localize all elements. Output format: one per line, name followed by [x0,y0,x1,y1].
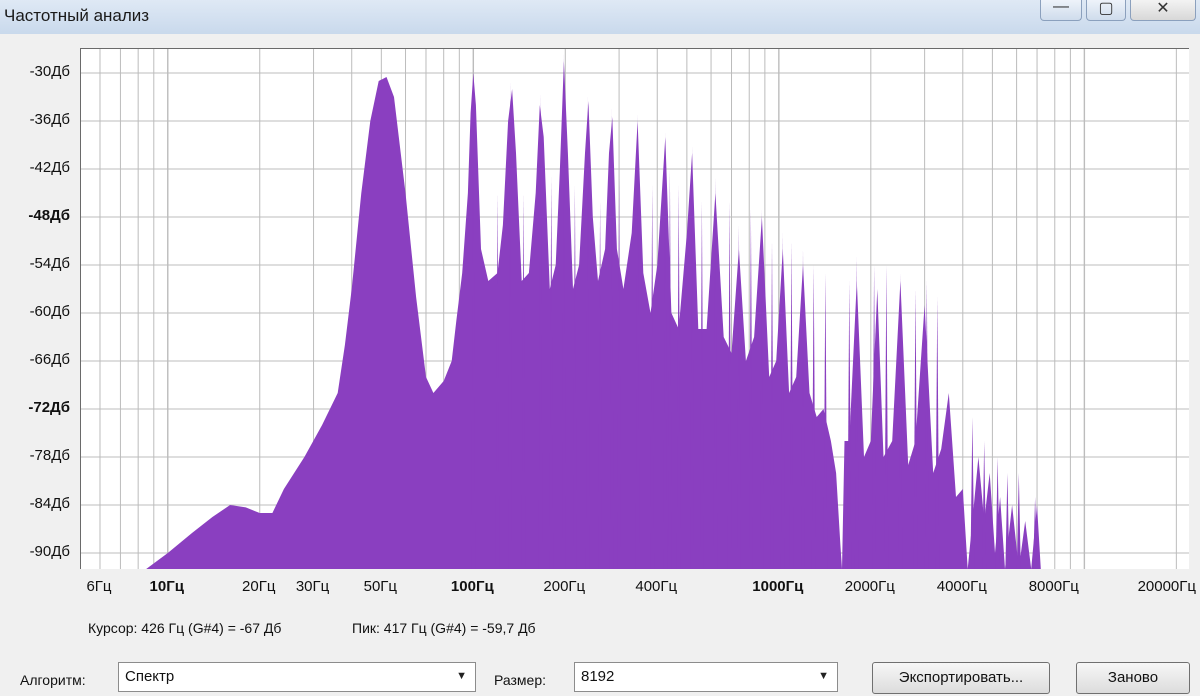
spectrum-spike [1016,473,1021,569]
window-title: Частотный анализ [4,6,150,25]
spectrum-chart [81,49,1189,569]
chevron-down-icon: ▼ [818,670,829,682]
close-icon: ✕ [1156,0,1170,17]
minimize-icon: — [1053,0,1069,15]
x-tick-label: 100Гц [450,578,494,595]
chevron-down-icon: ▼ [456,670,467,682]
spectrum-spike [1005,473,1010,569]
y-tick-label: -30Дб [29,63,70,80]
y-tick-label: -54Дб [29,255,70,272]
spectrum-spike [884,265,889,569]
x-tick-label: 1000Гц [752,578,804,595]
export-button[interactable]: Экспортировать... [872,662,1050,694]
size-value: 8192 [581,668,615,685]
x-tick-label: 10Гц [149,578,184,595]
x-tick-label: 200Гц [543,578,586,595]
x-tick-label: 8000Гц [1028,578,1079,595]
close-button[interactable]: ✕ [1130,0,1196,21]
y-tick-label: -90Дб [29,543,70,560]
maximize-icon: ▢ [1098,0,1114,17]
minimize-button[interactable]: — [1040,0,1082,21]
x-tick-label: 2000Гц [844,578,895,595]
algorithm-select[interactable]: Спектр ▼ [118,662,476,692]
algorithm-value: Спектр [125,668,175,685]
y-tick-label: -48Дб [28,207,70,224]
y-tick-label: -42Дб [29,159,70,176]
y-tick-label: -36Дб [29,111,70,128]
x-tick-label: 20000Гц [1137,578,1196,595]
y-tick-label: -78Дб [29,447,70,464]
cursor-readout: Курсор: 426 Гц (G#4) = -67 Дб [88,620,282,636]
y-tick-label: -84Дб [29,495,70,512]
spectrum-spike [935,297,940,569]
size-select[interactable]: 8192 ▼ [574,662,838,692]
spectrum-area [146,61,1041,569]
spectrum-spike [970,417,975,569]
x-tick-label: 4000Гц [936,578,987,595]
spectrum-plot[interactable] [80,48,1189,569]
peak-readout: Пик: 417 Гц (G#4) = -59,7 Дб [352,620,536,636]
title-bar: Частотный анализ — ▢ ✕ [0,0,1200,35]
y-tick-label: -72Дб [28,399,70,416]
x-tick-label: 20Гц [242,578,276,595]
y-tick-label: -60Дб [29,303,70,320]
size-label: Размер: [494,672,547,688]
x-tick-label: 6Гц [86,578,112,595]
x-tick-label: 50Гц [363,578,398,595]
maximize-button[interactable]: ▢ [1086,0,1126,21]
x-tick-label: 400Гц [635,578,678,595]
redo-button[interactable]: Заново [1076,662,1190,694]
algorithm-label: Алгоритм: [20,672,86,688]
y-tick-label: -66Дб [29,351,70,368]
x-tick-label: 30Гц [295,578,330,595]
